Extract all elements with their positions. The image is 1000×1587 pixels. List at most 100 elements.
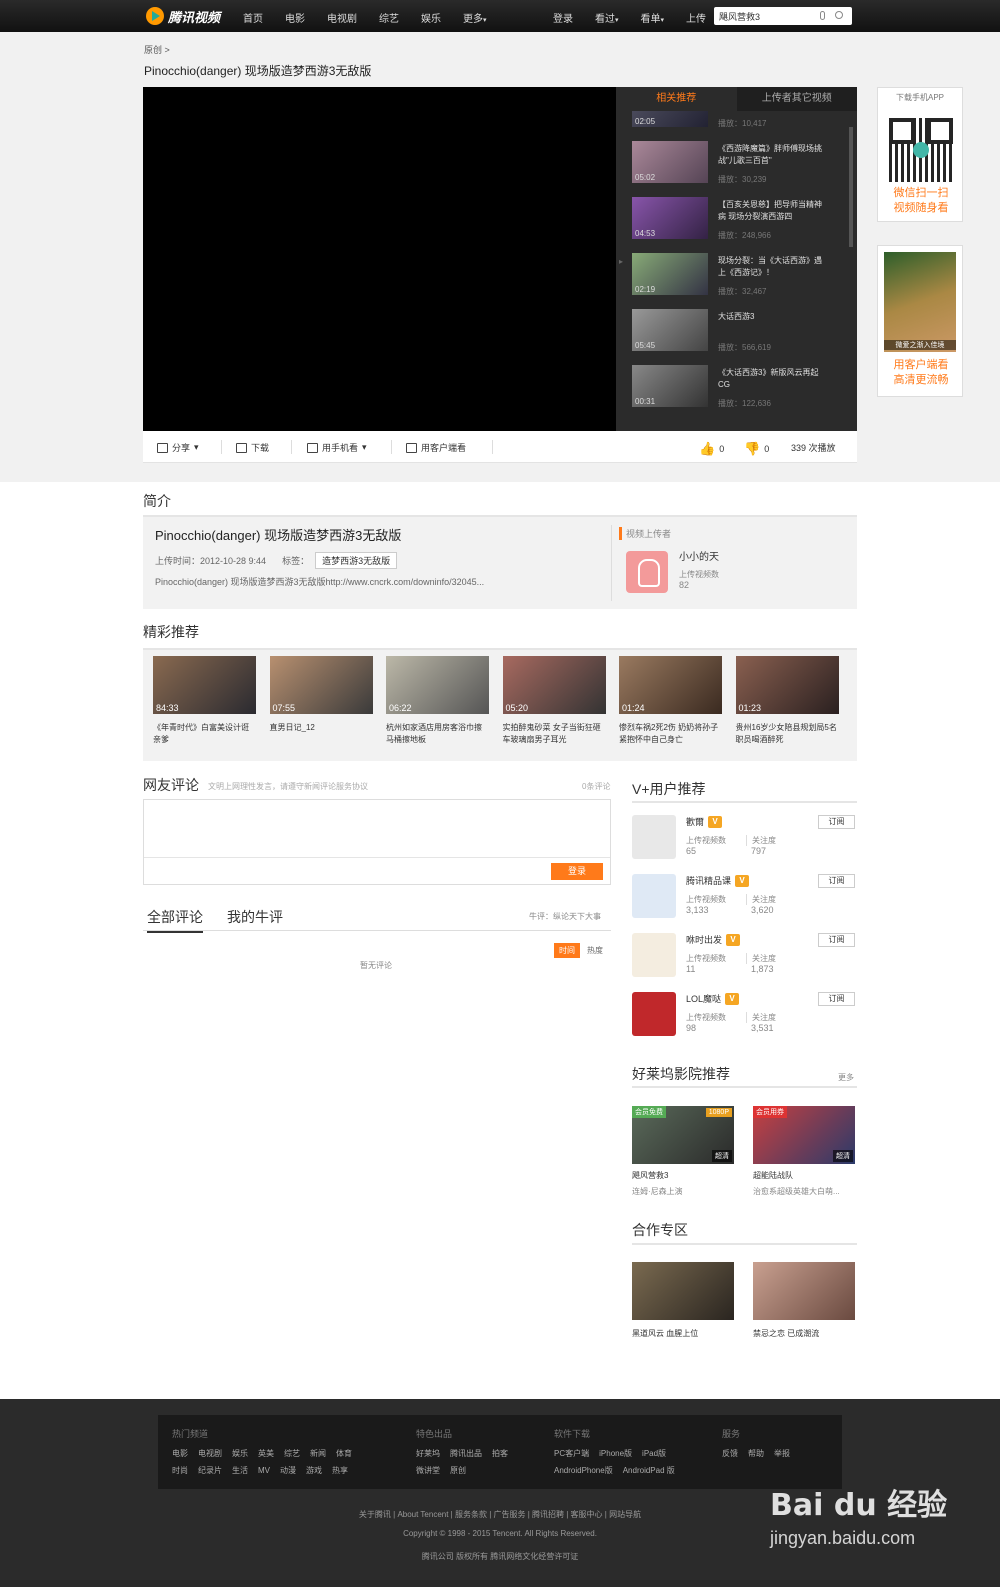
nav-item-2[interactable]: 电视剧 (327, 10, 357, 25)
avatar[interactable] (632, 992, 676, 1036)
featured-item[interactable]: 84:33 《年青时代》白富美设计诳亲爹 (153, 656, 256, 746)
footer-link[interactable]: 帮助 (748, 1449, 764, 1458)
footer-link[interactable]: iPhone版 (599, 1449, 632, 1458)
site-logo[interactable]: 腾讯视频 (146, 6, 220, 26)
footer-link[interactable]: 好莱坞 (416, 1449, 440, 1458)
microphone-icon[interactable] (820, 11, 825, 20)
tab-related[interactable]: 相关推荐 (616, 87, 737, 111)
user-nav-item-3[interactable]: 上传 (686, 10, 706, 25)
footer-link[interactable]: 娱乐 (232, 1449, 248, 1458)
footer-link[interactable]: 电视剧 (198, 1449, 222, 1458)
playlist-scrollbar[interactable] (849, 127, 853, 247)
playlist-item[interactable]: 05:02 《西游降魔篇》胖师傅现场挑战"儿歌三百首" 播放：30,239 (632, 141, 852, 189)
user-name[interactable]: LOL魔哒 (686, 992, 721, 1005)
collapse-arrow-icon[interactable]: ▸ (619, 257, 623, 266)
uploader-avatar[interactable] (626, 551, 668, 593)
footer-link[interactable]: AndroidPad 版 (623, 1466, 675, 1475)
nav-item-5[interactable]: 更多▾ (463, 10, 487, 25)
search-icon[interactable] (835, 11, 843, 19)
footer-link[interactable]: 原创 (450, 1466, 466, 1475)
nav-item-4[interactable]: 娱乐 (421, 10, 441, 25)
coop-card[interactable]: 禁忌之恋 已成潮流 (753, 1262, 855, 1339)
nav-item-1[interactable]: 电影 (285, 10, 305, 25)
footer-link[interactable]: 综艺 (284, 1449, 300, 1458)
comments-hint[interactable]: 文明上网理性发言，请遵守新闻评论服务协议 (208, 781, 368, 792)
client-watch-button[interactable]: 用客户端看 (406, 441, 466, 454)
playlist-item[interactable]: 02:05 播放：10,417 (632, 111, 852, 133)
subscribe-button[interactable]: 订阅 (818, 933, 855, 947)
nav-item-0[interactable]: 首页 (243, 10, 263, 25)
footer-link[interactable]: 新闻 (310, 1449, 326, 1458)
vplus-name[interactable]: 腾讯精品课 V (686, 874, 750, 887)
tab-uploader-videos[interactable]: 上传者其它视频 (737, 87, 858, 111)
footer-link[interactable]: 英美 (258, 1449, 274, 1458)
featured-item[interactable]: 05:20 实拍醉鬼砂菜 女子当街狂砸车玻璃扇男子耳光 (502, 656, 606, 746)
avatar[interactable] (632, 933, 676, 977)
search-input[interactable]: 飓风营救3 (714, 7, 852, 25)
avatar[interactable] (632, 815, 676, 859)
client-download-box[interactable]: 微爱之渐入佳境 用客户端看 高清更流畅 (877, 245, 963, 397)
vplus-name[interactable]: LOL魔哒 V (686, 992, 740, 1005)
footer-link[interactable]: 游戏 (306, 1466, 322, 1475)
dislike-button[interactable]: 👎 0 (744, 441, 769, 457)
breadcrumb[interactable]: 原创 > (144, 43, 170, 56)
user-name[interactable]: 歡爾 (686, 815, 704, 828)
footer-link[interactable]: 体育 (336, 1449, 352, 1458)
footer-link[interactable]: 电影 (172, 1449, 188, 1458)
hollywood-more-link[interactable]: 更多 (838, 1072, 854, 1083)
vplus-name[interactable]: 歡爾 V (686, 815, 723, 828)
featured-item[interactable]: 07:55 直男日记_12 (269, 656, 373, 734)
footer-link[interactable]: AndroidPhone版 (554, 1466, 613, 1475)
playlist-item[interactable]: 04:53 【百亥关恩慈】把导师当精神病 现场分裂演西游四 播放：248,966 (632, 197, 852, 245)
footer-link[interactable]: PC客户端 (554, 1449, 589, 1458)
playlist-item[interactable]: 00:31 《大话西游3》新版风云再起CG 播放：122,636 (632, 365, 852, 413)
share-button[interactable]: 分享 ▾ (157, 441, 199, 454)
featured-item[interactable]: 01:23 贵州16岁少女陪县规划局5名职员喝酒醉死 (735, 656, 839, 746)
subscribe-button[interactable]: 订阅 (818, 815, 855, 829)
footer-link[interactable]: 时尚 (172, 1466, 188, 1475)
download-button[interactable]: 下载 (236, 441, 269, 454)
footer-link[interactable]: 纪录片 (198, 1466, 222, 1475)
video-thumbnail: 84:33 (153, 656, 256, 714)
user-nav-item-2[interactable]: 看单▾ (641, 10, 665, 25)
nav-item-3[interactable]: 综艺 (379, 10, 399, 25)
avatar[interactable] (632, 874, 676, 918)
sort-time-button[interactable]: 时间 (554, 943, 580, 958)
footer-link[interactable]: 拍客 (492, 1449, 508, 1458)
footer-link[interactable]: 生活 (232, 1466, 248, 1475)
playlist-item[interactable]: 05:45 大话西游3 播放：566,619 (632, 309, 852, 357)
footer-link[interactable]: 反馈 (722, 1449, 738, 1458)
review-link[interactable]: 牛评：纵论天下大事 (529, 911, 601, 922)
playlist-item[interactable]: 02:19 现场分裂：当《大话西游》遇上《西游记》！ 播放：32,467 (632, 253, 852, 301)
footer-link[interactable]: iPad版 (642, 1449, 666, 1458)
user-name[interactable]: 腾讯精品课 (686, 874, 731, 887)
vplus-name[interactable]: 咻时出发 V (686, 933, 741, 946)
footer-link[interactable]: 举报 (774, 1449, 790, 1458)
footer-link[interactable]: 腾讯出品 (450, 1449, 482, 1458)
user-nav-item-1[interactable]: 看过▾ (595, 10, 619, 25)
movie-card[interactable]: 会员免费 超清 1080P 飓风营救3 连姆·尼森上演 (632, 1106, 734, 1197)
comment-textarea[interactable]: 登录 (143, 799, 611, 885)
user-nav-item-0[interactable]: 登录 (553, 10, 573, 25)
featured-item[interactable]: 06:22 杭州如家酒店用房客浴巾擦马桶擦地板 (386, 656, 489, 746)
footer-link[interactable]: 微讲堂 (416, 1466, 440, 1475)
footer-link[interactable]: MV (258, 1466, 270, 1475)
tab-all-comments[interactable]: 全部评论 (147, 907, 203, 933)
footer-links[interactable]: 关于腾讯 | About Tencent | 服务条款 | 广告服务 | 腾讯招… (0, 1509, 1000, 1520)
movie-card[interactable]: 会员用券 超清 超能陆战队 治愈系超级英雄大白萌... (753, 1106, 855, 1197)
user-name[interactable]: 咻时出发 (686, 933, 722, 946)
tag-chip[interactable]: 造梦西游3无敌版 (315, 552, 398, 569)
uploader-name[interactable]: 小小的天 (679, 548, 719, 563)
featured-item[interactable]: 01:24 惨烈车祸2死2伤 奶奶将孙子紧抱怀中自己身亡 (619, 656, 722, 746)
subscribe-button[interactable]: 订阅 (818, 992, 855, 1006)
mobile-watch-button[interactable]: 用手机看 ▾ (307, 441, 367, 454)
login-button[interactable]: 登录 (551, 863, 603, 880)
sort-hot-button[interactable]: 热度 (587, 945, 603, 956)
like-button[interactable]: 👍 0 (699, 441, 724, 457)
coop-card[interactable]: 黑道风云 血腥上位 (632, 1262, 734, 1339)
footer-link[interactable]: 热享 (332, 1466, 348, 1475)
app-download-box[interactable]: 下载手机APP 微信扫一扫 视频随身看 (877, 87, 963, 222)
tab-my-reviews[interactable]: 我的牛评 (227, 907, 283, 931)
footer-link[interactable]: 动漫 (280, 1466, 296, 1475)
subscribe-button[interactable]: 订阅 (818, 874, 855, 888)
